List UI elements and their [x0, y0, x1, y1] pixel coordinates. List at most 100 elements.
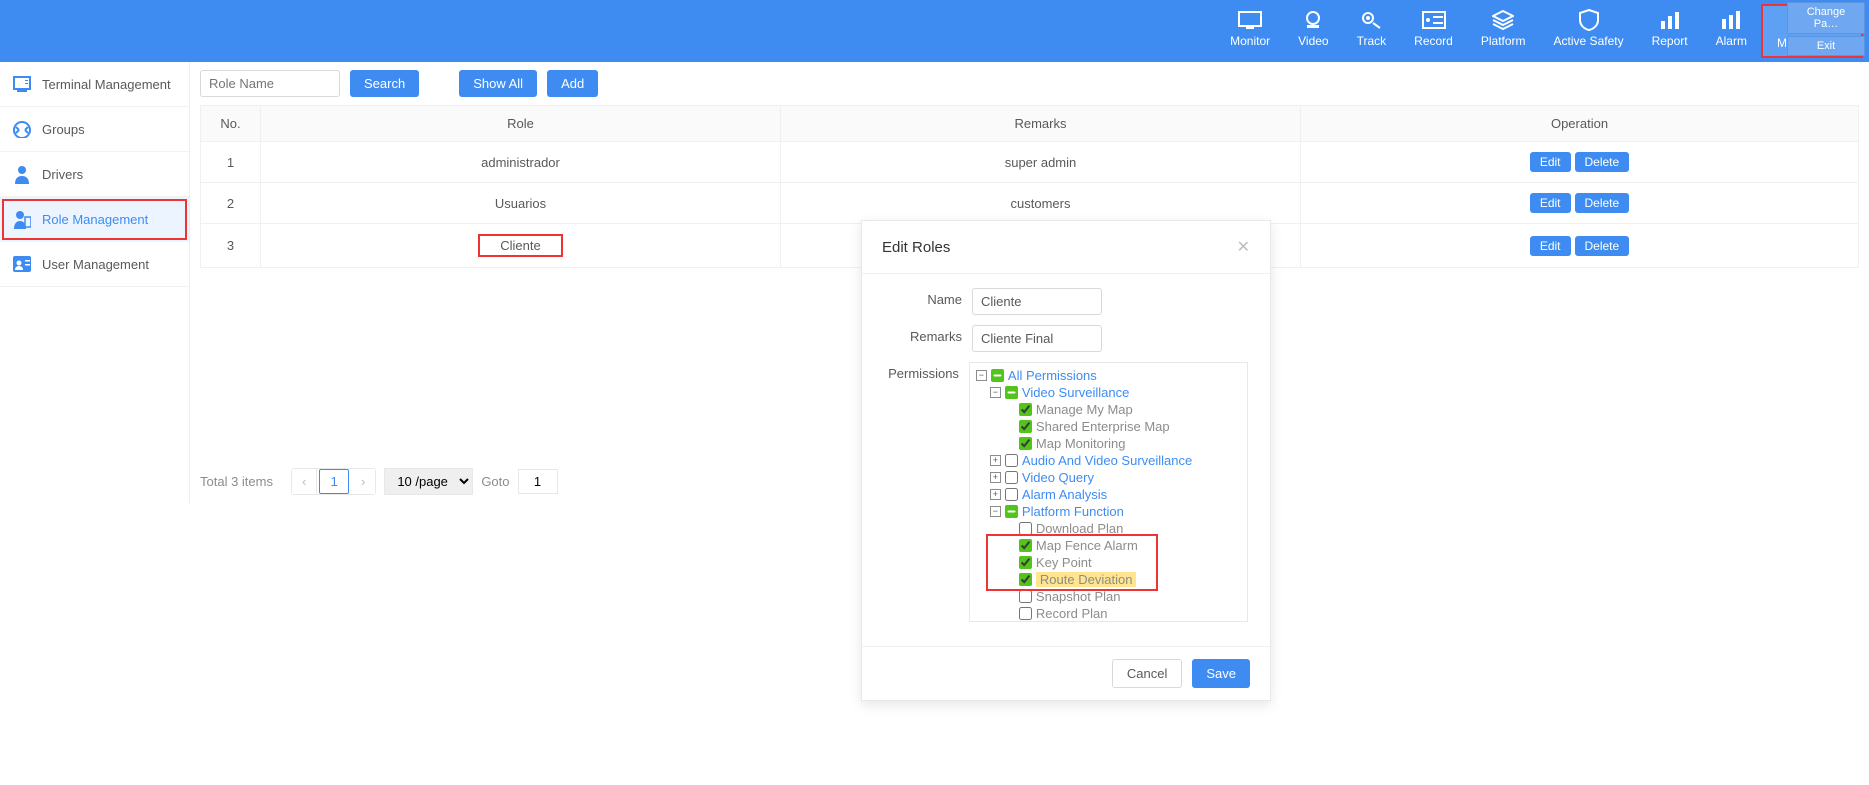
nav-active-safety[interactable]: Active Safety — [1540, 4, 1638, 58]
perm-checkbox[interactable] — [1019, 522, 1032, 535]
perm-checkbox[interactable] — [1019, 420, 1032, 433]
sidebar-item-terminal[interactable]: Terminal Management — [0, 62, 189, 107]
perm-checkbox[interactable] — [1005, 505, 1018, 518]
tree-label[interactable]: Map Fence Alarm — [1036, 538, 1138, 553]
nav-label: Video — [1298, 34, 1328, 48]
pager-page-1[interactable]: 1 — [319, 469, 348, 494]
pager-next[interactable]: › — [351, 469, 375, 494]
nav-platform[interactable]: Platform — [1467, 4, 1540, 58]
report-icon — [1658, 10, 1682, 30]
tree-node[interactable]: + Audio And Video Surveillance — [976, 452, 1241, 469]
nav-alarm[interactable]: Alarm — [1702, 4, 1761, 58]
expand-icon[interactable]: + — [990, 472, 1001, 483]
tree-label[interactable]: Audio And Video Surveillance — [1022, 453, 1192, 468]
perm-checkbox[interactable] — [991, 369, 1004, 382]
save-button[interactable]: Save — [1192, 659, 1250, 688]
tree-label[interactable]: Map Monitoring — [1036, 436, 1126, 451]
sidebar-item-groups[interactable]: Groups — [0, 107, 189, 152]
platform-icon — [1491, 10, 1515, 30]
change-password-button[interactable]: Change Pa… — [1787, 2, 1865, 34]
nav-report[interactable]: Report — [1638, 4, 1702, 58]
tree-node[interactable]: Download Plan — [976, 520, 1241, 537]
tree-node[interactable]: − All Permissions — [976, 367, 1241, 384]
nav-record[interactable]: Record — [1400, 4, 1467, 58]
sidebar-item-label: Groups — [42, 122, 85, 137]
tree-node[interactable]: Route Deviation — [976, 571, 1241, 588]
perm-checkbox[interactable] — [1005, 488, 1018, 501]
exit-button[interactable]: Exit — [1787, 36, 1865, 56]
expand-icon[interactable]: − — [976, 370, 987, 381]
edit-button[interactable]: Edit — [1530, 152, 1571, 172]
role-name-input[interactable] — [200, 70, 340, 97]
table-row: 2UsuarioscustomersEditDelete — [201, 183, 1859, 224]
tree-node[interactable]: Record Plan — [976, 605, 1241, 622]
remarks-label: Remarks — [884, 325, 972, 344]
remarks-input[interactable] — [972, 325, 1102, 352]
tree-label[interactable]: Route Deviation — [1036, 572, 1137, 587]
add-button[interactable]: Add — [547, 70, 598, 97]
pager-goto-input[interactable] — [518, 469, 558, 494]
pager-prev[interactable]: ‹ — [292, 469, 317, 494]
sidebar-item-user[interactable]: User Management — [0, 242, 189, 287]
tree-node[interactable]: Manage My Map — [976, 401, 1241, 418]
tree-label[interactable]: Key Point — [1036, 555, 1092, 570]
perm-checkbox[interactable] — [1019, 556, 1032, 569]
perm-checkbox[interactable] — [1019, 403, 1032, 416]
expand-icon[interactable]: + — [990, 489, 1001, 500]
perm-checkbox[interactable] — [1005, 386, 1018, 399]
sidebar-item-label: Drivers — [42, 167, 83, 182]
cell-role: administrador — [261, 142, 781, 183]
search-button[interactable]: Search — [350, 70, 419, 97]
delete-button[interactable]: Delete — [1575, 152, 1630, 172]
perm-checkbox[interactable] — [1019, 437, 1032, 450]
tree-node[interactable]: + Video Query — [976, 469, 1241, 486]
tree-node[interactable]: Snapshot Plan — [976, 588, 1241, 605]
tree-node[interactable]: − Platform Function — [976, 503, 1241, 520]
pager-size-select[interactable]: 10 /page — [384, 468, 473, 495]
tree-label[interactable]: Video Surveillance — [1022, 385, 1129, 400]
nav-video[interactable]: Video — [1284, 4, 1342, 58]
perm-checkbox[interactable] — [1005, 454, 1018, 467]
tree-node[interactable]: Map Monitoring — [976, 435, 1241, 452]
perm-checkbox[interactable] — [1019, 607, 1032, 620]
permissions-tree[interactable]: −All Permissions−Video SurveillanceManag… — [969, 362, 1248, 622]
tree-label[interactable]: Platform Function — [1022, 504, 1124, 519]
alarm-icon — [1719, 10, 1743, 30]
perm-checkbox[interactable] — [1019, 539, 1032, 552]
tree-label[interactable]: Shared Enterprise Map — [1036, 419, 1170, 434]
cancel-button[interactable]: Cancel — [1112, 659, 1182, 688]
perm-checkbox[interactable] — [1019, 590, 1032, 603]
show-all-button[interactable]: Show All — [459, 70, 537, 97]
tree-node[interactable]: − Video Surveillance — [976, 384, 1241, 401]
nav-track[interactable]: Track — [1343, 4, 1401, 58]
tree-label[interactable]: Video Query — [1022, 470, 1094, 485]
expand-icon[interactable]: − — [990, 387, 1001, 398]
perm-checkbox[interactable] — [1005, 471, 1018, 484]
nav-label: Report — [1652, 34, 1688, 48]
delete-button[interactable]: Delete — [1575, 236, 1630, 256]
tree-label[interactable]: Manage My Map — [1036, 402, 1133, 417]
delete-button[interactable]: Delete — [1575, 193, 1630, 213]
tree-label[interactable]: All Permissions — [1008, 368, 1097, 383]
tree-label[interactable]: Download Plan — [1036, 521, 1123, 536]
sidebar-item-drivers[interactable]: Drivers — [0, 152, 189, 197]
tree-label[interactable]: Record Plan — [1036, 606, 1108, 621]
tree-node[interactable]: + Alarm Analysis — [976, 486, 1241, 503]
nav-monitor[interactable]: Monitor — [1216, 4, 1284, 58]
tree-node[interactable]: Shared Enterprise Map — [976, 418, 1241, 435]
close-icon[interactable]: ✕ — [1237, 237, 1250, 257]
name-input[interactable] — [972, 288, 1102, 315]
tree-label[interactable]: Alarm Analysis — [1022, 487, 1107, 502]
expand-icon[interactable]: − — [990, 506, 1001, 517]
expand-icon[interactable]: + — [990, 455, 1001, 466]
tree-node[interactable]: Map Fence Alarm — [976, 537, 1241, 554]
cell-role: Usuarios — [261, 183, 781, 224]
edit-button[interactable]: Edit — [1530, 236, 1571, 256]
tree-label[interactable]: Snapshot Plan — [1036, 589, 1121, 604]
main-content: Search Show All Add No. Role Remarks Ope… — [190, 62, 1869, 503]
sidebar-item-role[interactable]: Role Management — [0, 197, 189, 242]
cell-remarks: customers — [781, 183, 1301, 224]
tree-node[interactable]: Key Point — [976, 554, 1241, 571]
edit-button[interactable]: Edit — [1530, 193, 1571, 213]
perm-checkbox[interactable] — [1019, 573, 1032, 586]
